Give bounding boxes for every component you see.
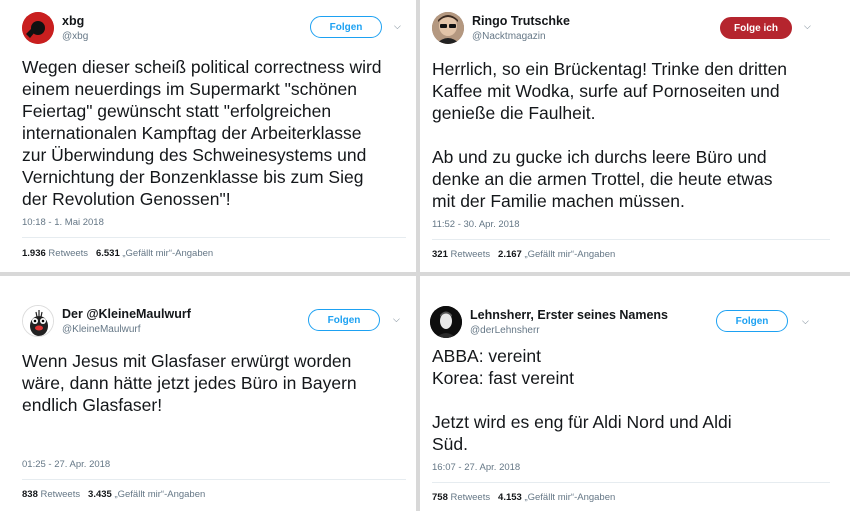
- avatar-maulwurf-icon: [23, 306, 53, 336]
- author-handle[interactable]: @KleineMaulwurf: [62, 324, 141, 335]
- following-button[interactable]: Folge ich: [720, 17, 792, 39]
- tweet-timestamp[interactable]: 16:07 - 27. Apr. 2018: [432, 462, 520, 473]
- author-name[interactable]: Lehnsherr, Erster seines Namens: [470, 308, 668, 322]
- tweet-line: Vernichtung der Bonzenklasse bis zum Sie…: [22, 167, 364, 187]
- tweet-line: der Revolution Genossen"!: [22, 189, 231, 209]
- like-label[interactable]: „Gefällt mir“-Angaben: [114, 489, 205, 500]
- tweet-stats: 838 Retweets 3.435 „Gefällt mir“-Angaben: [22, 489, 205, 500]
- chevron-down-icon[interactable]: ⌵: [394, 21, 401, 32]
- author-handle[interactable]: @Nacktmagazin: [472, 31, 546, 42]
- follow-button[interactable]: Folgen: [308, 309, 380, 331]
- author-handle[interactable]: @xbg: [62, 31, 88, 42]
- tweet-line: denke an die armen Trottel, die heute et…: [432, 169, 773, 189]
- avatar-xbg[interactable]: [22, 12, 54, 44]
- tweet-stats: 1.936 Retweets 6.531 „Gefällt mir“-Angab…: [22, 248, 213, 259]
- chevron-down-icon[interactable]: ⌵: [804, 21, 811, 32]
- retweet-count[interactable]: 838: [22, 489, 38, 500]
- retweet-count[interactable]: 758: [432, 492, 448, 503]
- divider: [22, 237, 406, 238]
- avatar-xbg-icon: [22, 12, 54, 44]
- tweet-line: Jetzt wird es eng für Aldi Nord und Aldi: [432, 412, 732, 432]
- author-name[interactable]: Der @KleineMaulwurf: [62, 307, 191, 321]
- retweet-label[interactable]: Retweets: [41, 489, 81, 500]
- author-name[interactable]: Ringo Trutschke: [472, 14, 570, 28]
- like-count[interactable]: 3.435: [88, 489, 112, 500]
- tweet-card-4: Lehnsherr, Erster seines Namens @derLehn…: [420, 276, 850, 511]
- avatar-ringo[interactable]: [432, 12, 464, 44]
- tweet-card-1: xbg @xbg Folgen ⌵ Wegen dieser scheiß po…: [0, 0, 416, 272]
- author-handle[interactable]: @derLehnsherr: [470, 325, 540, 336]
- follow-button[interactable]: Folgen: [310, 16, 382, 38]
- tweet-line: Ab und zu gucke ich durchs leere Büro un…: [432, 147, 767, 167]
- tweet-text: ABBA: vereint Korea: fast vereint Jetzt …: [432, 345, 842, 455]
- tweet-line: ABBA: vereint: [432, 346, 541, 366]
- chevron-down-icon[interactable]: ⌵: [802, 316, 809, 327]
- tweet-line: zur Überwindung des Schweinesystems und: [22, 145, 367, 165]
- tweet-stats: 321 Retweets 2.167 „Gefällt mir“-Angaben: [432, 249, 615, 260]
- author-name[interactable]: xbg: [62, 14, 84, 28]
- tweet-text: Wenn Jesus mit Glasfaser erwürgt worden …: [22, 350, 412, 416]
- like-count[interactable]: 6.531: [96, 248, 120, 259]
- avatar-lehnsherr[interactable]: [430, 306, 462, 338]
- chevron-down-icon[interactable]: ⌵: [393, 314, 400, 325]
- tweet-card-3: Der @KleineMaulwurf @KleineMaulwurf Folg…: [0, 276, 416, 511]
- retweet-label[interactable]: Retweets: [451, 249, 491, 260]
- tweet-line: wäre, dann hätte jetzt jedes Büro in Bay…: [22, 373, 357, 393]
- tweet-text: Wegen dieser scheiß political correctnes…: [22, 56, 412, 210]
- tweet-timestamp[interactable]: 01:25 - 27. Apr. 2018: [22, 459, 110, 470]
- follow-button[interactable]: Folgen: [716, 310, 788, 332]
- avatar-ringo-icon: [432, 12, 464, 44]
- like-count[interactable]: 2.167: [498, 249, 522, 260]
- retweet-count[interactable]: 1.936: [22, 248, 46, 259]
- tweet-line: endlich Glasfaser!: [22, 395, 163, 415]
- divider: [432, 239, 830, 240]
- retweet-label[interactable]: Retweets: [48, 248, 88, 259]
- avatar-lehnsherr-icon: [430, 306, 462, 338]
- tweet-card-2: Ringo Trutschke @Nacktmagazin Folge ich …: [420, 0, 850, 272]
- tweet-stats: 758 Retweets 4.153 „Gefällt mir“-Angaben: [432, 492, 615, 503]
- divider: [22, 479, 406, 480]
- tweet-line: einem neuerdings im Supermarkt "schönen: [22, 79, 357, 99]
- retweet-count[interactable]: 321: [432, 249, 448, 260]
- tweet-line: Korea: fast vereint: [432, 368, 575, 388]
- tweet-text: Herrlich, so ein Brückentag! Trinke den …: [432, 58, 842, 212]
- like-count[interactable]: 4.153: [498, 492, 522, 503]
- tweet-line: mit der Familie machen müssen.: [432, 191, 685, 211]
- retweet-label[interactable]: Retweets: [451, 492, 491, 503]
- tweet-line: internationalen Kampftag der Arbeiterkla…: [22, 123, 362, 143]
- divider: [432, 482, 830, 483]
- like-label[interactable]: „Gefällt mir“-Angaben: [524, 492, 615, 503]
- tweet-line: Kaffee mit Wodka, surfe auf Pornoseiten …: [432, 81, 780, 101]
- like-label[interactable]: „Gefällt mir“-Angaben: [122, 248, 213, 259]
- tweet-timestamp[interactable]: 11:52 - 30. Apr. 2018: [432, 219, 520, 230]
- tweet-line: Herrlich, so ein Brückentag! Trinke den …: [432, 59, 788, 79]
- tweet-line: Süd.: [432, 434, 468, 454]
- tweet-line: Wegen dieser scheiß political correctnes…: [22, 57, 382, 77]
- like-label[interactable]: „Gefällt mir“-Angaben: [524, 249, 615, 260]
- tweet-line: Wenn Jesus mit Glasfaser erwürgt worden: [22, 351, 352, 371]
- tweet-line: Feiertag" gewünscht statt "erfolgreichen: [22, 101, 332, 121]
- avatar-maulwurf[interactable]: [22, 305, 54, 337]
- tweet-line: genieße die Faulheit.: [432, 103, 596, 123]
- tweet-timestamp[interactable]: 10:18 - 1. Mai 2018: [22, 217, 104, 228]
